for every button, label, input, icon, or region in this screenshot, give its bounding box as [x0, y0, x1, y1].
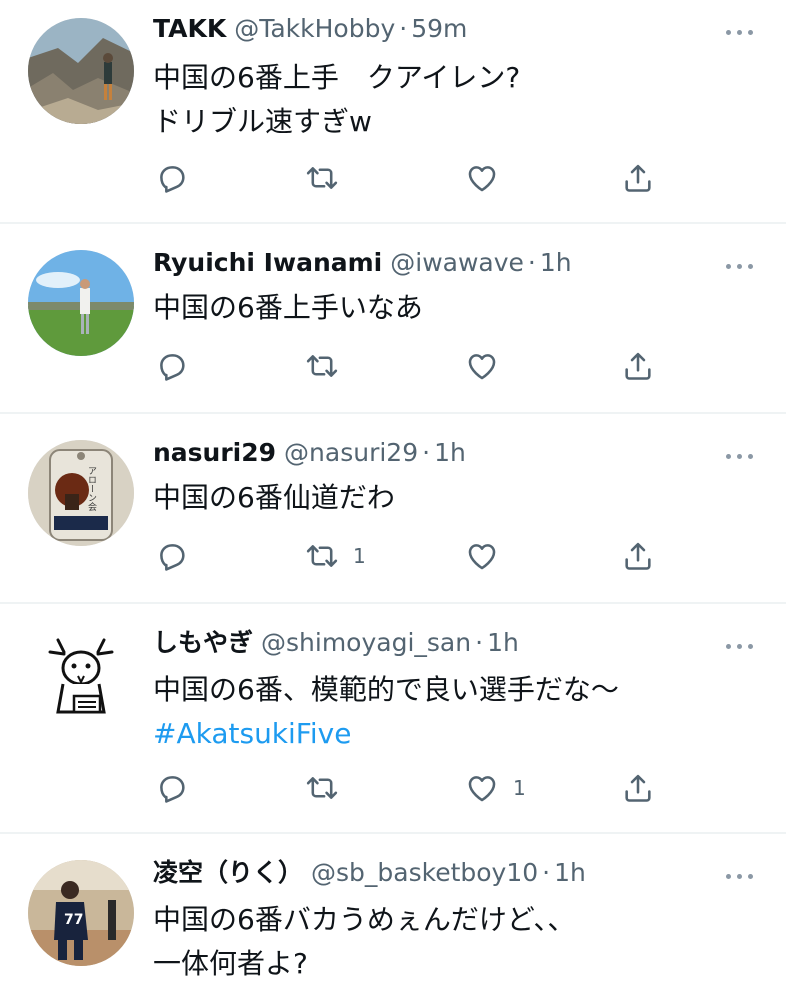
handle[interactable]: @sb_basketboy10 — [311, 858, 538, 887]
avatar[interactable] — [28, 622, 134, 728]
share-button[interactable] — [621, 346, 655, 386]
tweet[interactable]: Ryuichi Iwanami @iwawave · 1h 中国の6番上手いなあ — [0, 224, 786, 410]
jersey-number: 77 — [64, 912, 83, 928]
badge-text: アローン会 — [86, 466, 97, 512]
display-name[interactable]: 凌空（りく） — [153, 858, 303, 887]
reply-button[interactable] — [155, 768, 189, 808]
like-button[interactable] — [465, 536, 513, 576]
handle[interactable]: @shimoyagi_san — [261, 628, 471, 657]
tweet[interactable]: アローン会 nasuri29 @nasuri29 · 1h 中国の6番仙道だわ 1 — [0, 414, 786, 602]
tweet-text: 中国の6番上手 クアイレン? ドリブル速すぎw — [153, 56, 520, 144]
timestamp[interactable]: 59m — [411, 14, 467, 43]
separator: · — [399, 14, 408, 43]
retweet-button[interactable] — [305, 346, 353, 386]
display-name[interactable]: nasuri29 — [153, 438, 276, 467]
tweet-text-line: 中国の6番上手 クアイレン? — [153, 61, 521, 94]
share-button[interactable] — [621, 158, 655, 198]
reply-button[interactable] — [155, 346, 189, 386]
display-name[interactable]: Ryuichi Iwanami — [153, 248, 382, 277]
tweet[interactable]: 77 凌空（りく） @sb_basketboy10 · 1h 中国の6番バカうめぇんだ… — [0, 834, 786, 1000]
tweet-text-line: 一体何者よ? — [153, 947, 308, 980]
retweet-button[interactable] — [305, 768, 353, 808]
separator: · — [527, 248, 536, 277]
timestamp[interactable]: 1h — [487, 628, 519, 657]
like-icon — [465, 161, 499, 195]
tweet-text-line: 中国の6番バカうめぇんだけど、、 — [153, 903, 576, 936]
retweet-icon — [305, 349, 339, 383]
retweet-count: 1 — [353, 544, 366, 568]
tweet-text: 中国の6番上手いなあ — [153, 286, 423, 330]
tweet[interactable]: TAKK @TakkHobby · 59m 中国の6番上手 クアイレン? ドリブル速す… — [0, 0, 786, 220]
reply-button[interactable] — [155, 158, 189, 198]
like-icon — [465, 539, 499, 573]
timestamp[interactable]: 1h — [434, 438, 466, 467]
tweet-actions: 1 — [153, 768, 673, 808]
tweet-actions: 1 — [153, 536, 673, 576]
share-icon — [621, 349, 655, 383]
display-name[interactable]: しもやぎ — [153, 628, 253, 657]
tweet[interactable]: しもやぎ @shimoyagi_san · 1h 中国の6番、模範的で良い選手だな～ … — [0, 604, 786, 832]
reply-icon — [155, 349, 189, 383]
reply-icon — [155, 771, 189, 805]
tweet-text-line: ドリブル速すぎw — [153, 105, 372, 138]
timestamp[interactable]: 1h — [540, 248, 572, 277]
tweet-header: Ryuichi Iwanami @iwawave · 1h — [153, 246, 572, 280]
tweet-header: しもやぎ @shimoyagi_san · 1h — [153, 626, 519, 660]
more-icon[interactable] — [726, 446, 756, 466]
like-icon — [465, 349, 499, 383]
tweet-text: 中国の6番仙道だわ — [153, 476, 395, 520]
like-icon — [465, 771, 499, 805]
display-name[interactable]: TAKK — [153, 14, 226, 43]
tweet-text-line: 中国の6番上手いなあ — [153, 291, 423, 324]
tweet-actions — [153, 346, 673, 386]
tweet-text-line: 中国の6番仙道だわ — [153, 481, 395, 514]
like-button[interactable] — [465, 158, 513, 198]
like-button[interactable]: 1 — [465, 768, 526, 808]
avatar[interactable]: 77 — [28, 860, 134, 966]
like-button[interactable] — [465, 346, 513, 386]
share-icon — [621, 771, 655, 805]
retweet-icon — [305, 539, 339, 573]
like-count: 1 — [513, 776, 526, 800]
tweet-text-line: 中国の6番、模範的で良い選手だな～ — [153, 673, 619, 706]
tweet-actions — [153, 158, 673, 198]
share-icon — [621, 161, 655, 195]
tweet-header: TAKK @TakkHobby · 59m — [153, 12, 467, 46]
avatar[interactable] — [28, 250, 134, 356]
share-button[interactable] — [621, 536, 655, 576]
tweet-text: 中国の6番、模範的で良い選手だな～ #AkatsukiFive — [153, 668, 619, 756]
avatar[interactable]: アローン会 — [28, 440, 134, 546]
separator: · — [475, 628, 484, 657]
more-icon[interactable] — [726, 22, 756, 42]
reply-icon — [155, 539, 189, 573]
more-icon[interactable] — [726, 866, 756, 886]
separator: · — [542, 858, 551, 887]
handle[interactable]: @TakkHobby — [234, 14, 395, 43]
more-icon[interactable] — [726, 636, 756, 656]
reply-button[interactable] — [155, 536, 189, 576]
tweet-header: 凌空（りく） @sb_basketboy10 · 1h — [153, 856, 586, 890]
reply-icon — [155, 161, 189, 195]
tweet-text: 中国の6番バカうめぇんだけど、、 一体何者よ? — [153, 898, 575, 986]
retweet-icon — [305, 771, 339, 805]
timestamp[interactable]: 1h — [554, 858, 586, 887]
share-button[interactable] — [621, 768, 655, 808]
retweet-button[interactable] — [305, 158, 353, 198]
retweet-icon — [305, 161, 339, 195]
hashtag-link[interactable]: #AkatsukiFive — [153, 712, 619, 756]
handle[interactable]: @iwawave — [390, 248, 524, 277]
handle[interactable]: @nasuri29 — [284, 438, 418, 467]
avatar[interactable] — [28, 18, 134, 124]
tweet-header: nasuri29 @nasuri29 · 1h — [153, 436, 466, 470]
more-icon[interactable] — [726, 256, 756, 276]
retweet-button[interactable]: 1 — [305, 536, 366, 576]
separator: · — [422, 438, 431, 467]
share-icon — [621, 539, 655, 573]
